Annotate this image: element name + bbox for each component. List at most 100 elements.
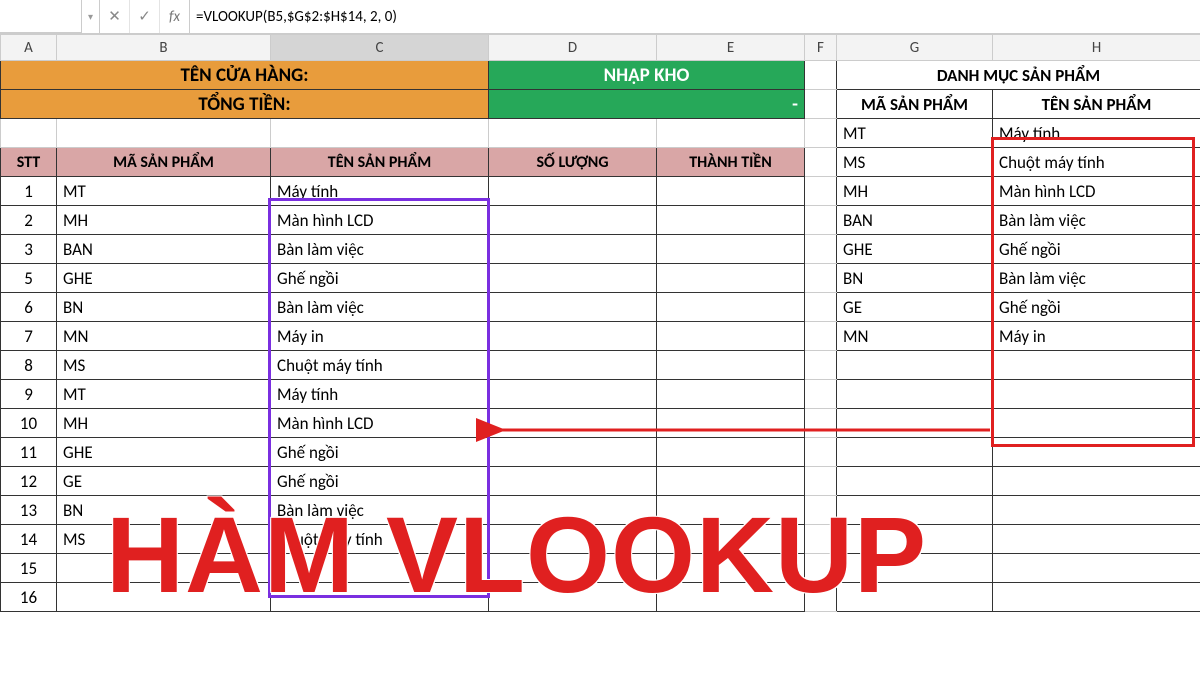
cell-stt[interactable]: 16 (1, 583, 57, 612)
cell[interactable] (805, 119, 837, 148)
cell[interactable] (657, 206, 805, 235)
cell[interactable] (805, 496, 837, 525)
cell-stt[interactable]: 12 (1, 467, 57, 496)
cell[interactable] (657, 293, 805, 322)
cell-ma[interactable]: GHE (57, 264, 271, 293)
cell[interactable] (993, 351, 1200, 380)
cell[interactable] (993, 438, 1200, 467)
cell[interactable] (805, 583, 837, 612)
cell[interactable] (805, 322, 837, 351)
col-C-header[interactable]: C (271, 35, 489, 61)
cell[interactable] (837, 380, 993, 409)
cell-ma[interactable]: MN (57, 322, 271, 351)
catalog-ma[interactable]: MS (837, 148, 993, 177)
cell[interactable] (489, 554, 657, 583)
cell[interactable] (657, 264, 805, 293)
fx-icon[interactable]: fx (160, 0, 190, 33)
cell-stt[interactable]: 11 (1, 438, 57, 467)
col-D-header[interactable]: D (489, 35, 657, 61)
cell-ten[interactable] (271, 583, 489, 612)
cell[interactable] (657, 235, 805, 264)
cell-ten[interactable]: Ghế ngồi (271, 467, 489, 496)
col-H-header[interactable]: H (993, 35, 1200, 61)
cell[interactable] (805, 351, 837, 380)
cell-ma[interactable] (57, 554, 271, 583)
cell[interactable] (489, 380, 657, 409)
cell-stt[interactable]: 5 (1, 264, 57, 293)
cell-stt[interactable]: 10 (1, 409, 57, 438)
cell-ten[interactable]: Ghế ngồi (271, 438, 489, 467)
catalog-ten[interactable]: Máy tính (993, 119, 1200, 148)
spreadsheet-grid[interactable]: A B C D E F G H TÊN CỬA HÀNG: NHẬP KHO D… (0, 34, 1200, 612)
cell[interactable] (657, 496, 805, 525)
catalog-ma[interactable]: MT (837, 119, 993, 148)
cell-stt[interactable]: 1 (1, 177, 57, 206)
cell[interactable] (805, 409, 837, 438)
cell[interactable] (837, 554, 993, 583)
col-A-header[interactable]: A (1, 35, 57, 61)
cell[interactable] (993, 409, 1200, 438)
cell[interactable] (837, 438, 993, 467)
catalog-ten[interactable]: Màn hình LCD (993, 177, 1200, 206)
catalog-ma[interactable]: GHE (837, 235, 993, 264)
cell[interactable] (489, 583, 657, 612)
catalog-ten[interactable]: Chuột máy tính (993, 148, 1200, 177)
col-E-header[interactable]: E (657, 35, 805, 61)
catalog-ten[interactable]: Máy in (993, 322, 1200, 351)
cell[interactable] (657, 525, 805, 554)
cell[interactable] (657, 467, 805, 496)
cell[interactable] (993, 380, 1200, 409)
cell-ma[interactable]: BAN (57, 235, 271, 264)
cell[interactable] (837, 496, 993, 525)
cell[interactable] (805, 554, 837, 583)
cell-ten[interactable]: Màn hình LCD (271, 409, 489, 438)
cell[interactable] (805, 177, 837, 206)
cell[interactable] (993, 496, 1200, 525)
cell-ten[interactable]: Máy in (271, 322, 489, 351)
cell[interactable] (657, 351, 805, 380)
catalog-ten[interactable]: Bàn làm việc (993, 264, 1200, 293)
cell[interactable] (805, 525, 837, 554)
cell[interactable] (489, 322, 657, 351)
name-box-dropdown[interactable]: ▾ (82, 0, 100, 33)
cell[interactable] (489, 409, 657, 438)
cell[interactable] (489, 467, 657, 496)
cell-ma[interactable]: MT (57, 177, 271, 206)
name-box[interactable] (0, 0, 82, 33)
cell[interactable] (657, 583, 805, 612)
cell[interactable] (489, 438, 657, 467)
cell[interactable] (657, 409, 805, 438)
cell[interactable] (489, 206, 657, 235)
cell-ma[interactable]: MT (57, 380, 271, 409)
cell[interactable] (993, 554, 1200, 583)
cell[interactable] (489, 119, 657, 148)
cell[interactable] (993, 525, 1200, 554)
confirm-icon[interactable]: ✓ (130, 0, 160, 33)
cell[interactable] (489, 264, 657, 293)
cell-ma[interactable]: MH (57, 206, 271, 235)
cell-ten[interactable]: Ghế ngồi (271, 264, 489, 293)
cell-stt[interactable]: 15 (1, 554, 57, 583)
cell-stt[interactable]: 3 (1, 235, 57, 264)
cell[interactable] (657, 322, 805, 351)
cell[interactable] (805, 90, 837, 119)
cell-ten[interactable]: Bàn làm việc (271, 235, 489, 264)
cell-ma[interactable]: GHE (57, 438, 271, 467)
formula-input[interactable]: =VLOOKUP(B5,$G$2:$H$14, 2, 0) (190, 0, 1200, 33)
catalog-ma[interactable]: BN (837, 264, 993, 293)
col-F-header[interactable]: F (805, 35, 837, 61)
cell-stt[interactable]: 7 (1, 322, 57, 351)
cell-ten[interactable]: Máy tính (271, 177, 489, 206)
cell[interactable] (805, 206, 837, 235)
cell[interactable] (805, 235, 837, 264)
cell[interactable] (993, 467, 1200, 496)
cell-stt[interactable]: 9 (1, 380, 57, 409)
cell[interactable] (805, 438, 837, 467)
cell[interactable] (657, 177, 805, 206)
cancel-icon[interactable]: ✕ (100, 0, 130, 33)
catalog-ten[interactable]: Ghế ngồi (993, 235, 1200, 264)
cell[interactable] (489, 351, 657, 380)
cell[interactable] (489, 496, 657, 525)
cell[interactable] (837, 409, 993, 438)
cell-stt[interactable]: 2 (1, 206, 57, 235)
